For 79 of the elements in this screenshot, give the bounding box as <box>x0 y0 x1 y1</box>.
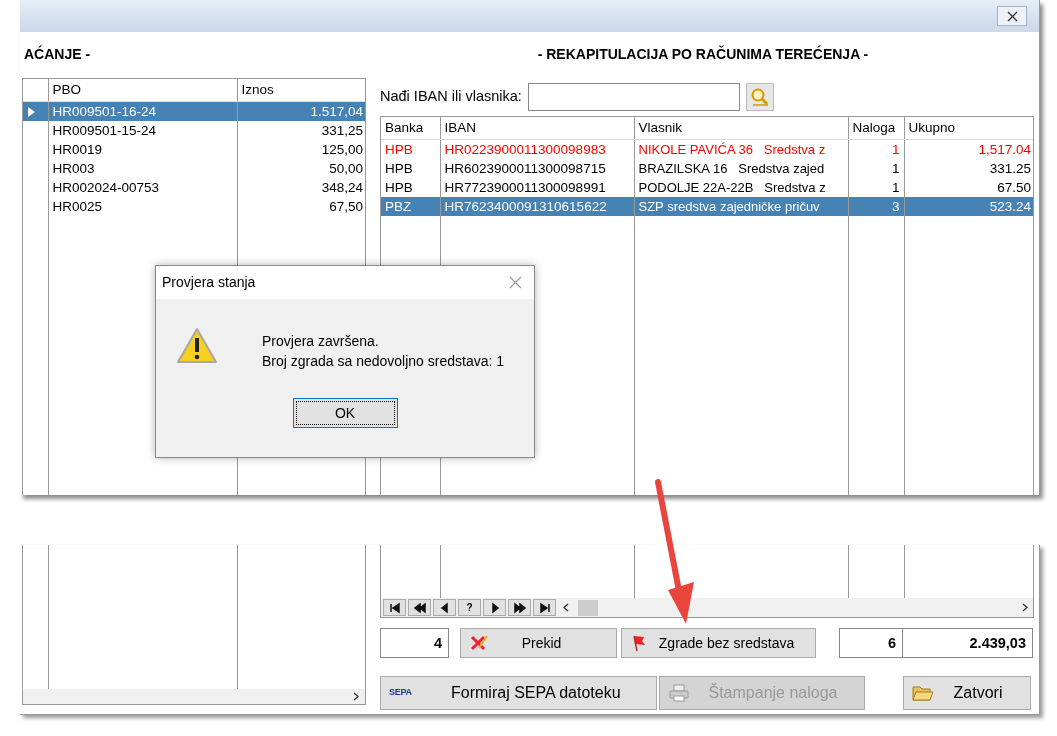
table-cell: 331,25 <box>237 120 365 140</box>
table-cell: 1 <box>848 177 904 197</box>
table-cell: HR009501-15-24 <box>48 120 237 140</box>
scroll-left-icon[interactable] <box>563 603 569 612</box>
close-icon <box>1006 10 1018 22</box>
table-cell: HR7623400091310615622 <box>440 196 634 216</box>
column-header: IBAN <box>440 117 634 139</box>
dialog-title: Provjera stanja <box>162 273 256 292</box>
warning-icon <box>176 327 218 364</box>
table-cell: 523.24 <box>904 196 1033 216</box>
prev-arrow-icon <box>438 601 451 614</box>
table-cell: HR0025 <box>48 196 237 216</box>
total-orders-field: 6 <box>839 628 903 658</box>
table-cell: HR003 <box>48 158 237 178</box>
nav-prev-page-button[interactable] <box>408 599 431 616</box>
table-cell: HR0223900011300098983 <box>440 139 634 159</box>
column-header: Vlasnik <box>634 117 848 139</box>
nav-next-button[interactable] <box>483 599 506 616</box>
row-pointer-icon <box>27 106 35 117</box>
folder-icon <box>912 684 934 702</box>
table-cell: 1 <box>848 158 904 178</box>
table-cell: 125,00 <box>237 139 365 159</box>
section-heading: AĆANJE - <box>24 46 91 63</box>
action-button[interactable]: SEPA Formiraj SEPA datoteku <box>380 676 657 710</box>
table-cell: HPB <box>381 158 440 178</box>
table-cell: HR009501-16-24 <box>48 101 237 121</box>
column-header: Naloga <box>848 117 904 139</box>
table-cell: 67.50 <box>904 177 1033 197</box>
close-icon[interactable] <box>509 276 522 289</box>
last-arrow-icon <box>538 601 551 614</box>
nav-last-button[interactable] <box>533 599 556 616</box>
first-arrow-icon <box>388 601 401 614</box>
section-heading: - REKAPITULACIJA PO RAČUNIMA TEREĆENJA - <box>537 46 869 63</box>
table-cell: 348,24 <box>237 177 365 197</box>
table-cell: 1.517,04 <box>237 101 365 121</box>
table-cell: HR7723900011300098991 <box>440 177 634 197</box>
table-cell: HR002024-00753 <box>48 177 237 197</box>
table-cell: PBZ <box>381 196 440 216</box>
sepa-logo: SEPA <box>389 686 412 700</box>
column-header: Banka <box>381 117 440 139</box>
nav-next-page-button[interactable] <box>508 599 531 616</box>
action-button[interactable]: Zgrade bez sredstava <box>621 628 816 658</box>
scroll-right-icon[interactable] <box>1022 603 1028 612</box>
close-button[interactable] <box>997 6 1027 26</box>
nav-prev-button[interactable] <box>433 599 456 616</box>
prev-page-arrow-icon <box>413 601 426 614</box>
printer-icon <box>668 684 690 702</box>
search-field[interactable] <box>527 83 740 111</box>
total-amount-field: 2.439,03 <box>903 628 1033 658</box>
help-button[interactable]: ? <box>458 599 481 616</box>
dialog-message: Broj zgrada sa nedovoljno sredstava: 1 <box>262 352 505 371</box>
scrollbar-thumb[interactable] <box>578 599 598 616</box>
table-cell: 331.25 <box>904 158 1033 178</box>
dialog-message: Provjera završena. <box>262 332 380 351</box>
ok-button[interactable]: OK <box>292 398 398 428</box>
cancel-icon <box>469 634 489 652</box>
table-cell: 1,517.04 <box>904 139 1033 159</box>
table-cell: 50,00 <box>237 158 365 178</box>
table-cell: HR6023900011300098715 <box>440 158 634 178</box>
table-cell: SZP sredstva zajedničke pričuv <box>634 196 848 216</box>
search-label: Nađi IBAN ili vlasnika: <box>380 87 522 107</box>
column-header: PBO <box>48 79 237 101</box>
table-cell: 67,50 <box>237 196 365 216</box>
table-cell: 3 <box>848 196 904 216</box>
table-cell: PODOLJE 22A-22B Sredstva z <box>634 177 848 197</box>
scroll-right-icon[interactable] <box>353 692 359 701</box>
count-field: 4 <box>380 628 449 658</box>
column-header: Ukupno <box>904 117 1033 139</box>
table-cell: HPB <box>381 139 440 159</box>
column-header: Iznos <box>237 79 365 101</box>
table-cell: HR0019 <box>48 139 237 159</box>
table-cell: 1 <box>848 139 904 159</box>
nav-first-button[interactable] <box>383 599 406 616</box>
next-page-arrow-icon <box>513 601 526 614</box>
table-cell: BRAZILSKA 16 Sredstva zajed <box>634 158 848 178</box>
table-cell: HPB <box>381 177 440 197</box>
table-cell: NIKOLE PAVIĆA 36 Sredstva z <box>634 139 848 159</box>
close-button[interactable]: Zatvori <box>903 676 1031 710</box>
action-button[interactable]: Prekid <box>460 628 617 658</box>
